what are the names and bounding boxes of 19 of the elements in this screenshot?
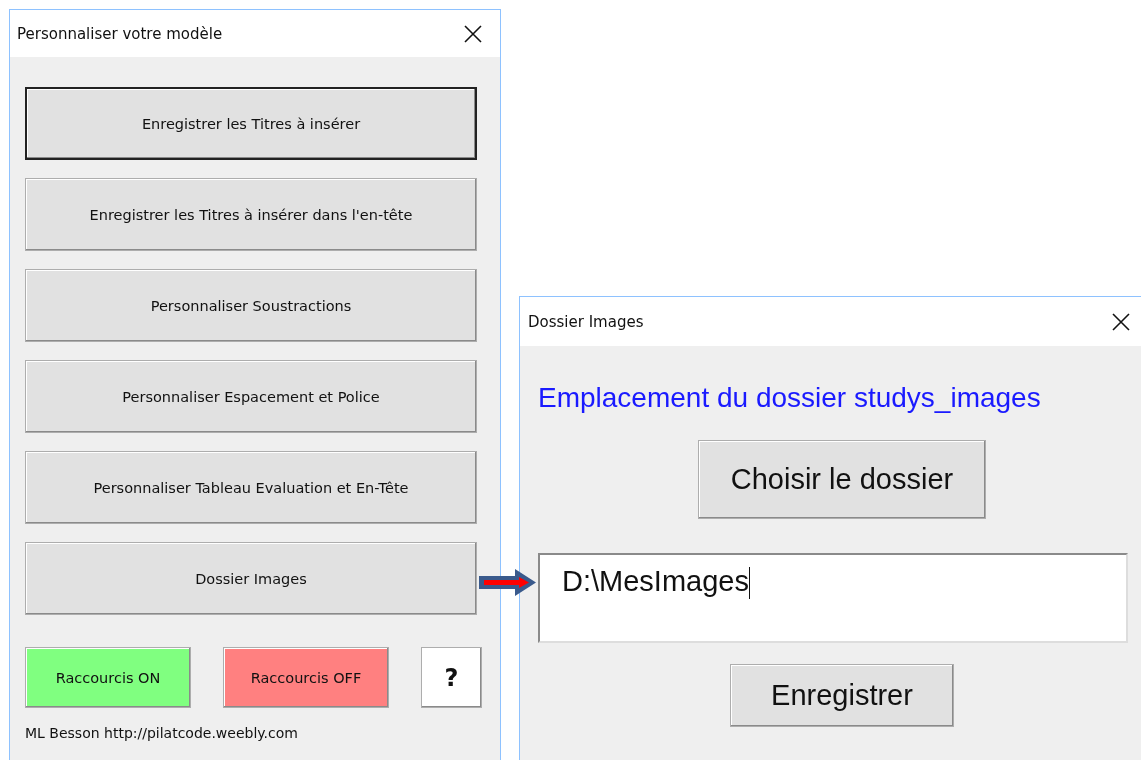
- arrow-icon: [479, 569, 536, 596]
- heading: Emplacement du dossier studys_images: [538, 382, 1042, 414]
- action-button[interactable]: Personnaliser Soustractions: [25, 269, 477, 342]
- action-button[interactable]: Personnaliser Tableau Evaluation et En-Tête: [25, 451, 477, 524]
- shortcut-button[interactable]: Raccourcis ON: [25, 647, 191, 708]
- action-button[interactable]: Enregistrer les Titres à insérer: [25, 87, 477, 160]
- path-field[interactable]: D:\MesImages: [538, 553, 1128, 643]
- save-button[interactable]: Enregistrer: [730, 664, 954, 727]
- window-title: Dossier Images: [528, 312, 644, 331]
- help-button[interactable]: ?: [421, 647, 482, 708]
- shortcut-button[interactable]: Raccourcis OFF: [223, 647, 389, 708]
- action-button[interactable]: Enregistrer les Titres à insérer dans l'en-tête: [25, 178, 477, 251]
- action-button[interactable]: Dossier Images: [25, 542, 477, 615]
- window-title: Personnaliser votre modèle: [17, 24, 223, 43]
- close-icon[interactable]: [1111, 311, 1131, 332]
- choose-folder-button[interactable]: Choisir le dossier: [698, 440, 986, 519]
- action-button[interactable]: Personnaliser Espacement et Police: [25, 360, 477, 433]
- close-icon[interactable]: [463, 23, 483, 44]
- footer-text: ML Besson http://pilatcode.weebly.com: [25, 725, 299, 741]
